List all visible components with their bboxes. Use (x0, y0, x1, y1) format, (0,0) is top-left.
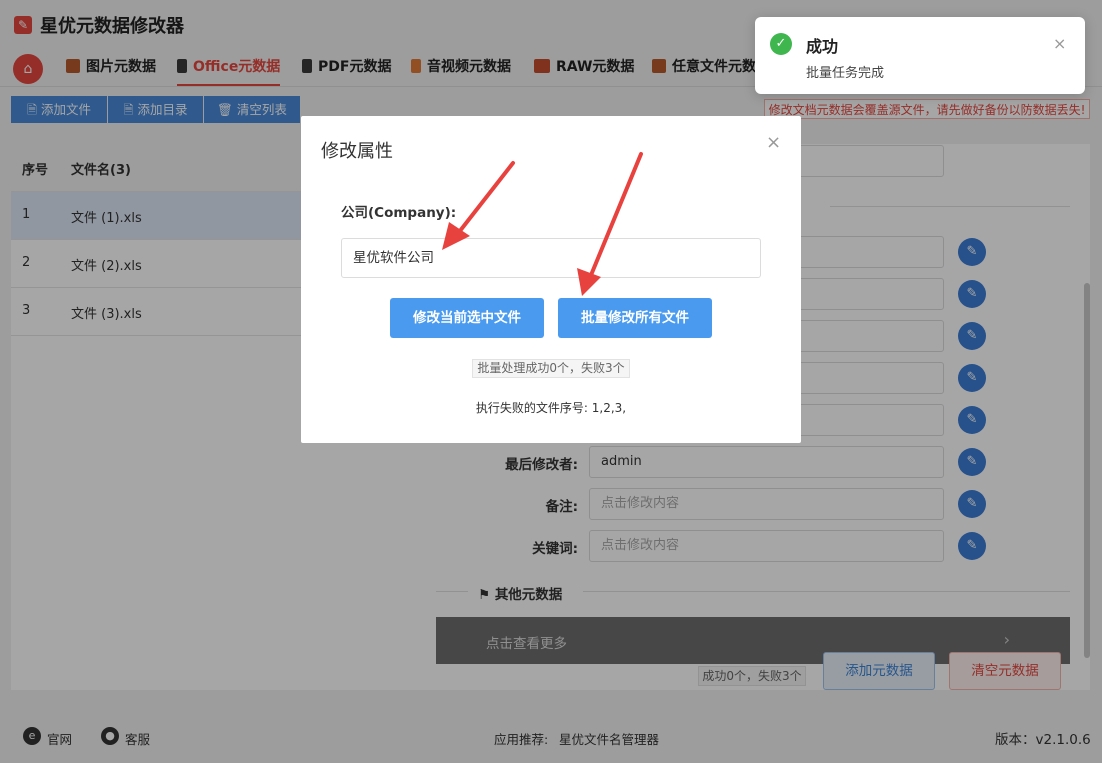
arrow-to-input (442, 161, 515, 250)
check-circle-icon: ✓ (770, 33, 792, 55)
close-icon[interactable]: × (1053, 34, 1066, 53)
toast-message: 批量任务完成 (806, 66, 885, 81)
success-toast: ✓ 成功 批量任务完成 × (755, 17, 1085, 94)
arrow-to-batch-button (577, 152, 643, 296)
toast-title: 成功 (806, 37, 839, 56)
annotation-arrows (442, 152, 643, 296)
app-window: ✎ 星优元数据修改器 ⌂ 图片元数据 Office元数据 PDF元数据 音视频元… (0, 0, 1102, 763)
